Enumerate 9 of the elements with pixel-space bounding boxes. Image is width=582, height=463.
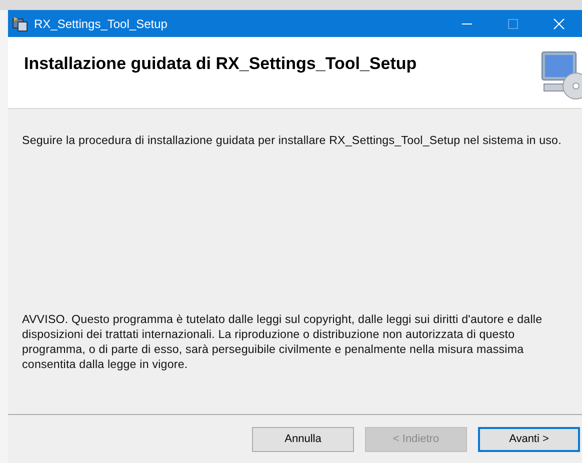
installer-icon (12, 16, 28, 32)
wizard-title: Installazione guidata di RX_Settings_Tool_Setup (24, 54, 417, 74)
next-button[interactable]: Avanti > (478, 426, 580, 452)
close-icon (553, 18, 565, 30)
window-title: RX_Settings_Tool_Setup (34, 16, 168, 30)
maximize-icon (507, 18, 519, 30)
cancel-button[interactable]: Annulla (252, 426, 354, 452)
copyright-notice: AVVISO. Questo programma è tutelato dalle leggi sul copyright, dalle leggi sui diritti d'autore e dalle disposizioni dei trattati internazionali. La riproduzione o distribuzione non autorizzata di questo programma, o di parte di esso, sarà perseguibile civilmente e penalmente nella misura massima consentita dalla legge in vigore. (22, 312, 544, 372)
intro-text: Seguire la procedura di installazione guidata per installare RX_Settings_Tool_Setup nel sistema in uso. (22, 134, 562, 148)
